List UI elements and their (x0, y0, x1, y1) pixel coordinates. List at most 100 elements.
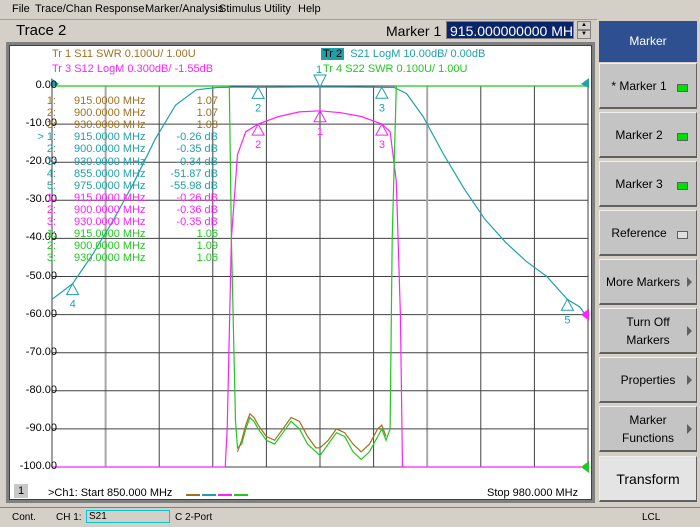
marker-readout-frequency: 855.0000 MHz (74, 167, 146, 180)
marker-readout-id: 3: (46, 155, 56, 168)
y-tick-label: -60.00 (25, 307, 57, 320)
legend-tr2[interactable]: Tr 2 S21 LogM 10.00dB/ 0.00dB (321, 48, 485, 60)
submenu-arrow-icon (687, 423, 692, 434)
marker-triangle (65, 282, 80, 296)
legend-tr1[interactable]: Tr 1 S11 SWR 0.100U/ 1.00U (52, 48, 196, 60)
y-tick-label: -90.00 (25, 421, 57, 434)
marker-triangle (560, 298, 575, 311)
marker-readout-id: 1: (46, 95, 56, 107)
status-channel: CH 1: (56, 512, 82, 523)
marker-readout-value: -0.35 dB (176, 216, 218, 228)
marker-label: 4 (70, 299, 76, 311)
softkey-turn-off-markers[interactable]: Turn Off Markers (599, 308, 697, 354)
marker-readout-id: 2: (46, 240, 56, 253)
softkey-reference[interactable]: Reference (599, 210, 697, 256)
stop-frequency[interactable]: Stop 980.000 MHz (487, 487, 578, 499)
marker-readout-id: > 1: (37, 131, 56, 144)
marker-readout-value: 1.08 (196, 119, 218, 132)
softkey-label: Marker Functions (621, 412, 675, 445)
marker-readout-frequency: 930.0000 MHz (74, 155, 146, 168)
marker-readout-id: 5: (46, 179, 56, 192)
y-tick-label: -100.00 (19, 460, 57, 472)
marker-label: 2 (255, 102, 261, 114)
legend-line-s22 (234, 494, 248, 496)
sweep-mode: Cont. (12, 512, 36, 523)
local-status: LCL (642, 512, 661, 523)
marker-readout-value: 1.09 (196, 240, 218, 253)
softkey-label: Turn Off Markers (626, 314, 670, 347)
legend-line-s11 (186, 494, 200, 496)
start-frequency[interactable]: >Ch1: Start 850.000 MHz (48, 487, 172, 499)
y-tick-label: 0.00 (35, 79, 57, 91)
marker-readout-id: 2: (46, 203, 56, 216)
marker-readout-id: 3: (46, 252, 56, 265)
marker-readout-frequency: 900.0000 MHz (74, 203, 146, 216)
marker-readout-value: 1.07 (196, 107, 218, 120)
y-tick-label: -80.00 (25, 383, 57, 396)
marker-readout-frequency: 900.0000 MHz (74, 143, 146, 156)
marker-readout-value: -0.35 dB (176, 143, 218, 156)
marker-readout-id: 3: (46, 216, 56, 228)
softkey-marker-1[interactable]: * Marker 1 (599, 63, 697, 109)
marker-label: 1 (316, 64, 322, 76)
marker-readout-frequency: 915.0000 MHz (74, 191, 146, 204)
status-bar: Cont. CH 1: S21 C 2-Port LCL (0, 507, 700, 527)
marker-readout-id: 1: (46, 191, 56, 204)
legend-tr2-text: S21 LogM 10.00dB/ 0.00dB (350, 48, 486, 60)
softkey-marker-functions[interactable]: Marker Functions (599, 406, 697, 452)
legend-tr2-tag: Tr 2 (321, 48, 345, 60)
submenu-arrow-icon (687, 374, 692, 385)
softkey-label: Properties (620, 372, 676, 387)
marker-readout-value: -0.34 dB (176, 155, 218, 168)
submenu-arrow-icon (687, 276, 692, 287)
softkey-menu-title: Marker (599, 21, 697, 62)
softkey-more-markers[interactable]: More Markers (599, 259, 697, 305)
marker-readout-value: -55.98 dB (170, 179, 218, 192)
marker-readout-id: 1: (46, 228, 56, 241)
legend-line-s12 (218, 494, 232, 496)
marker-readout-value: 1.07 (196, 95, 218, 107)
legend-tr3[interactable]: Tr 3 S12 LogM 0.300dB/ -1.55dB (52, 63, 213, 75)
marker-label: 2 (255, 139, 261, 151)
ref-level-pointer-s22 (581, 461, 589, 473)
submenu-arrow-icon (687, 325, 692, 336)
calibration-status: C 2-Port (175, 512, 213, 523)
marker-readout-frequency: 930.0000 MHz (74, 216, 146, 228)
marker-readout-value: -0.26 dB (176, 191, 218, 204)
marker-readout-id: 2: (46, 107, 56, 120)
status-active-param[interactable]: S21 (86, 510, 170, 523)
marker-label: 3 (379, 139, 385, 151)
marker-triangle (375, 86, 389, 99)
softkey-marker-3[interactable]: Marker 3 (599, 161, 697, 207)
marker-active-triangle (313, 74, 327, 89)
marker-readout-frequency: 900.0000 MHz (74, 107, 146, 120)
softkey-marker-2[interactable]: Marker 2 (599, 112, 697, 158)
marker-readout-value: 1.06 (196, 228, 218, 241)
marker-readout-frequency: 930.0000 MHz (74, 119, 146, 132)
softkey-panel: Marker * Marker 1 Marker 2 Marker 3 Refe… (597, 19, 700, 507)
trace-s11 (236, 412, 387, 453)
marker-label: 5 (564, 314, 570, 326)
marker-readout-value: -0.36 dB (176, 203, 218, 216)
marker-triangle (251, 86, 265, 99)
softkey-properties[interactable]: Properties (599, 357, 697, 403)
softkey-label: More Markers (605, 274, 680, 289)
softkey-transform[interactable]: Transform (599, 456, 697, 502)
indicator-off-icon (677, 231, 688, 239)
channel-number[interactable]: 1 (14, 484, 28, 498)
marker-readout-frequency: 900.0000 MHz (74, 240, 146, 253)
indicator-on-icon (677, 182, 688, 190)
legend-tr4[interactable]: Tr 4 S22 SWR 0.100U/ 1.00U (323, 63, 468, 75)
marker-readout-id: 3: (46, 119, 56, 132)
legend-line-s21 (202, 494, 216, 496)
y-tick-label: -50.00 (25, 269, 57, 282)
marker-readout-value: 1.06 (196, 252, 218, 265)
marker-triangle (251, 123, 265, 136)
marker-readout-id: 4: (46, 167, 56, 180)
indicator-on-icon (677, 84, 688, 92)
y-tick-label: -70.00 (25, 345, 57, 358)
marker-readout-frequency: 915.0000 MHz (74, 131, 146, 144)
marker-readout-value: -51.87 dB (170, 167, 218, 180)
marker-readout-frequency: 975.0000 MHz (74, 179, 146, 192)
marker-readout-frequency: 930.0000 MHz (74, 252, 146, 265)
